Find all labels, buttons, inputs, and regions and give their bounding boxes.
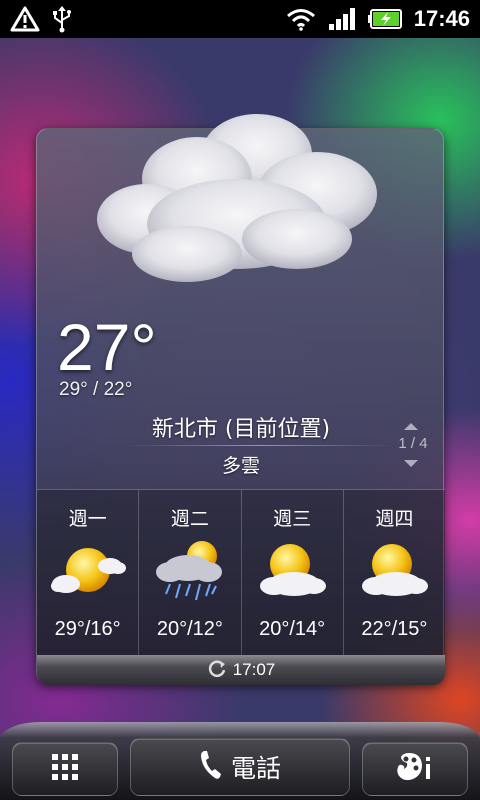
current-temperature: 27° bbox=[57, 310, 157, 384]
phone-label: 電話 bbox=[230, 754, 281, 783]
forecast-day[interactable]: 週二 20°/12° bbox=[139, 490, 242, 655]
phone-button[interactable]: 電話 bbox=[130, 738, 350, 796]
forecast-row: 週一 29°/16° 週二 20°/12° 週三 20°/14° 週四 22°/… bbox=[37, 489, 445, 655]
cloudy-weather-icon bbox=[97, 114, 377, 282]
high-low-temperature: 29° / 22° bbox=[59, 379, 133, 400]
personalize-icon bbox=[395, 751, 435, 787]
personalize-button[interactable] bbox=[362, 742, 468, 796]
phone-icon bbox=[199, 749, 223, 785]
apps-grid-icon bbox=[51, 753, 79, 785]
day-name: 週四 bbox=[375, 508, 414, 530]
chevron-up-icon[interactable] bbox=[404, 423, 418, 430]
page-indicator: 1 / 4 bbox=[398, 435, 428, 452]
day-name: 週二 bbox=[170, 508, 209, 530]
forecast-day[interactable]: 週一 29°/16° bbox=[37, 490, 140, 655]
day-temperature: 22°/15° bbox=[361, 618, 428, 640]
status-time: 17:46 bbox=[413, 6, 470, 31]
sun-cloud-icon bbox=[362, 544, 429, 596]
city-name[interactable]: 新北市 (目前位置) bbox=[37, 411, 445, 443]
wifi-icon bbox=[286, 7, 316, 31]
chevron-down-icon[interactable] bbox=[404, 460, 418, 467]
day-name: 週三 bbox=[273, 508, 312, 530]
usb-icon bbox=[52, 5, 72, 33]
battery-charging-icon bbox=[367, 8, 402, 30]
weather-widget[interactable]: 27° 29° / 22° 新北市 (目前位置) 多雲 1 / 4 週一 29°… bbox=[36, 114, 445, 685]
weather-condition: 多雲 bbox=[221, 455, 260, 477]
forecast-day[interactable]: 週四 22°/15° bbox=[344, 490, 445, 655]
refresh-bar[interactable]: 17:07 bbox=[37, 655, 445, 685]
day-temperature: 20°/12° bbox=[156, 618, 223, 640]
day-name: 週一 bbox=[68, 508, 107, 530]
all-apps-button[interactable] bbox=[12, 742, 118, 796]
divider bbox=[125, 445, 395, 446]
warning-icon bbox=[10, 6, 40, 32]
forecast-day[interactable]: 週三 20°/14° bbox=[242, 490, 344, 655]
sun-cloud-icon bbox=[260, 544, 327, 596]
day-temperature: 20°/14° bbox=[259, 618, 326, 640]
status-bar[interactable]: 17:46 bbox=[0, 0, 480, 38]
refresh-icon[interactable] bbox=[207, 658, 227, 682]
rain-sun-icon bbox=[155, 541, 222, 601]
signal-icon bbox=[328, 7, 356, 31]
day-temperature: 29°/16° bbox=[54, 618, 121, 640]
city-pager[interactable]: 1 / 4 bbox=[389, 423, 437, 467]
last-updated-time: 17:07 bbox=[232, 660, 276, 679]
partly-sunny-icon bbox=[50, 548, 126, 593]
